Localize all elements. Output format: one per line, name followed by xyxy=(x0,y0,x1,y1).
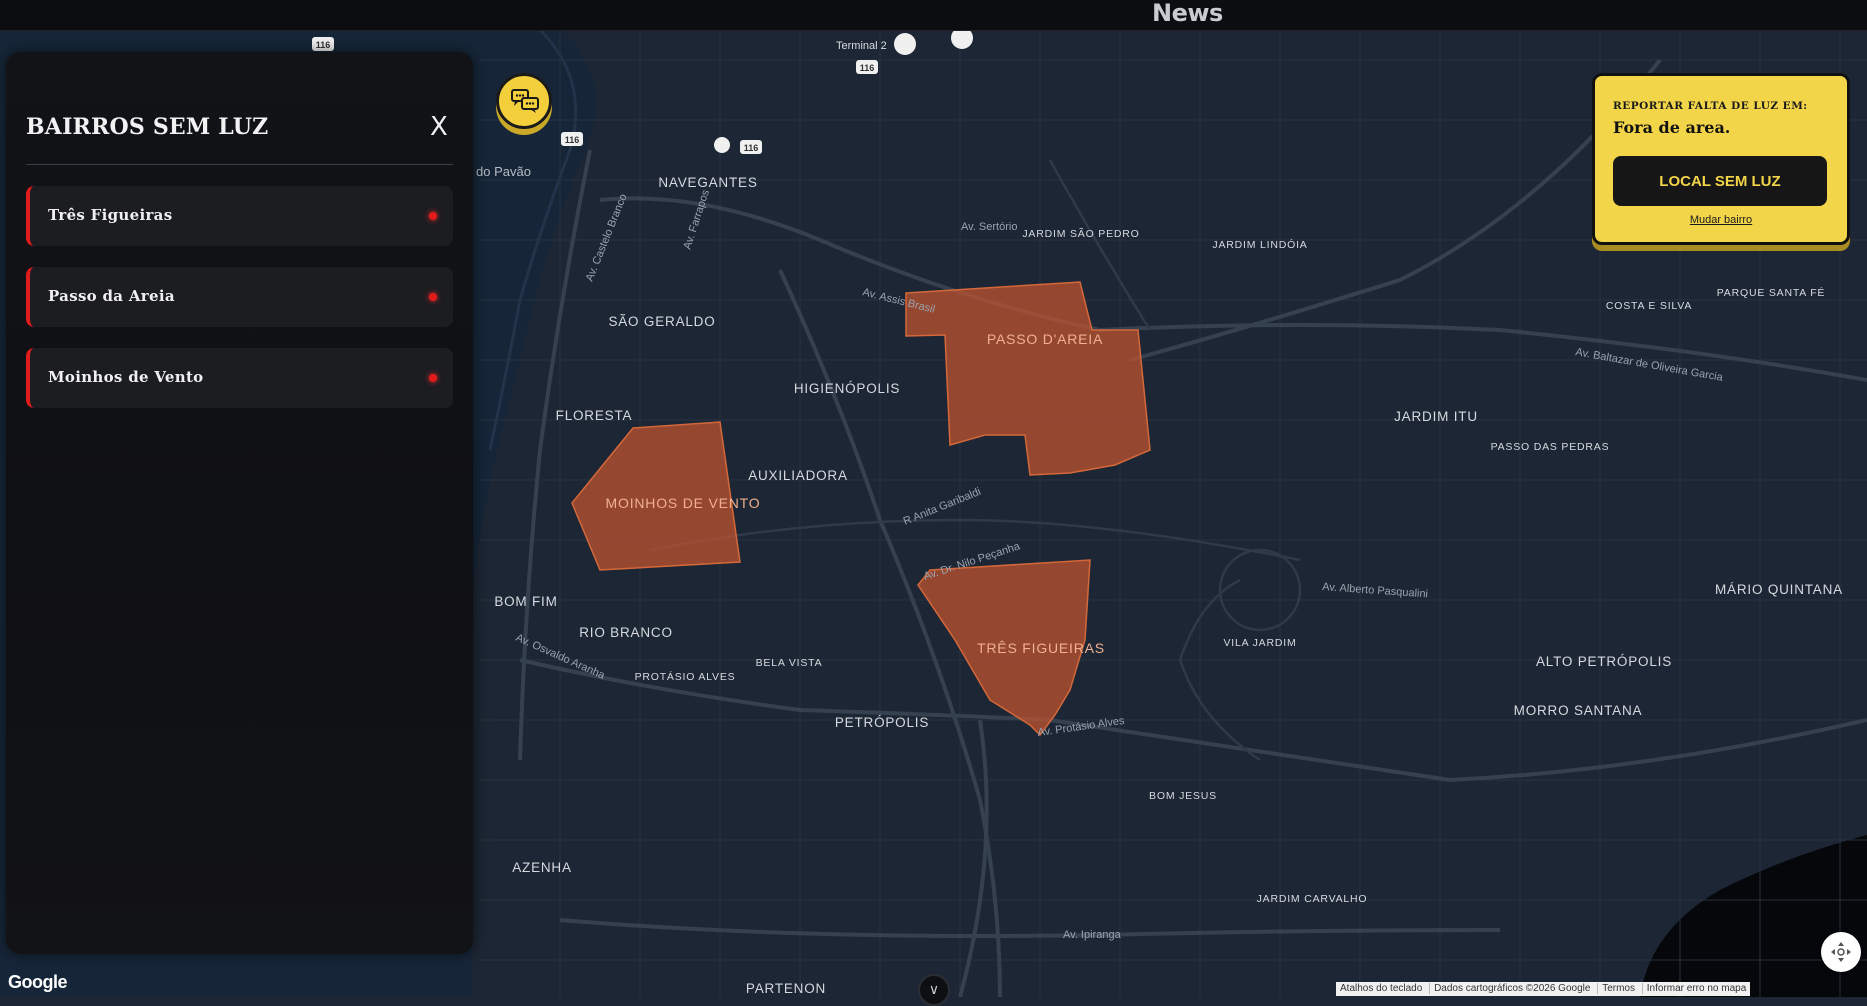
list-item-label: Três Figueiras xyxy=(48,206,173,224)
status-dot xyxy=(429,374,437,382)
chat-bubbles-icon xyxy=(511,89,539,113)
keyboard-shortcuts-link[interactable]: Atalhos do teclado xyxy=(1336,983,1426,994)
report-card: REPORTAR FALTA DE LUZ EM: Fora de area. … xyxy=(1592,73,1850,245)
map-label-alto-petropolis: ALTO PETRÓPOLIS xyxy=(1536,654,1672,669)
locate-button[interactable] xyxy=(1821,932,1861,972)
street-label: Av. Sertório xyxy=(961,221,1017,233)
locate-icon xyxy=(1831,942,1851,962)
outage-list: Três Figueiras Passo da Areia Moinhos de… xyxy=(26,186,453,429)
chevron-down-icon[interactable]: ∨ xyxy=(918,974,950,1006)
map-label-petropolis: PETRÓPOLIS xyxy=(835,715,929,730)
map-label-parque-santa-fe: PARQUE SANTA FÉ xyxy=(1717,286,1825,299)
map-label-bom-fim: BOM FIM xyxy=(494,594,557,609)
list-item-label: Moinhos de Vento xyxy=(48,368,204,386)
chat-button[interactable] xyxy=(496,73,552,129)
map-label-navegantes: NAVEGANTES xyxy=(658,175,757,190)
street-label: Av. Baltazar de Oliveira Garcia xyxy=(1574,346,1724,384)
list-item-label: Passo da Areia xyxy=(48,287,175,305)
report-map-error-link[interactable]: Informar erro no mapa xyxy=(1641,983,1751,994)
terms-link[interactable]: Termos xyxy=(1597,983,1639,994)
map-label-mario-quintana: MÁRIO QUINTANA xyxy=(1715,582,1843,597)
street-label: Av. Farrapos xyxy=(681,188,712,251)
map-label-rio-branco: RIO BRANCO xyxy=(579,625,673,640)
status-dot xyxy=(429,212,437,220)
map-label-jardim-sao-pedro: JARDIM SÃO PEDRO xyxy=(1022,227,1139,240)
street-label: Terminal 2 xyxy=(836,40,887,52)
list-item[interactable]: Três Figueiras xyxy=(26,186,453,246)
street-label: Av. Assis Brasil xyxy=(861,286,936,316)
highway-badge: 116 xyxy=(860,63,875,73)
airport-marker xyxy=(894,33,916,55)
top-bar: News xyxy=(0,0,1867,31)
status-dot xyxy=(429,293,437,301)
outage-label-moinhos-de-vento: MOINHOS DE VENTO xyxy=(606,495,761,511)
top-bar-title[interactable]: News xyxy=(1152,0,1223,27)
list-item[interactable]: Passo da Areia xyxy=(26,267,453,327)
street-label: Av. Ipiranga xyxy=(1063,929,1122,941)
outage-label-tres-figueiras: TRÊS FIGUEIRAS xyxy=(977,640,1105,656)
map-label-costa-e-silva: COSTA E SILVA xyxy=(1606,300,1692,312)
map-data-credit: Dados cartográficos ©2026 Google xyxy=(1429,983,1595,994)
map-label-floresta: FLORESTA xyxy=(556,408,633,423)
map-label-passo-das-pedras: PASSO DAS PEDRAS xyxy=(1491,441,1610,453)
map-attribution: Atalhos do teclado Dados cartográficos ©… xyxy=(1336,982,1751,996)
close-button[interactable]: X xyxy=(430,114,448,140)
list-item[interactable]: Moinhos de Vento xyxy=(26,348,453,408)
outage-label-passo-da-areia: PASSO D'AREIA xyxy=(987,331,1103,347)
report-label: REPORTAR FALTA DE LUZ EM: xyxy=(1613,100,1808,112)
map-label-auxiliadora: AUXILIADORA xyxy=(748,468,848,483)
map-label-azenha: AZENHA xyxy=(512,860,572,875)
map-label-bela-vista: BELA VISTA xyxy=(756,657,823,669)
google-logo: Google xyxy=(8,972,68,992)
map-label-bom-jesus: BOM JESUS xyxy=(1149,790,1217,802)
map-label-jardim-carvalho: JARDIM CARVALHO xyxy=(1257,893,1368,905)
outage-panel: BAIRROS SEM LUZ X Três Figueiras Passo d… xyxy=(6,52,473,954)
map-label-sao-geraldo: SÃO GERALDO xyxy=(608,314,715,329)
map-label-jardim-lindoia: JARDIM LINDÓIA xyxy=(1212,238,1307,251)
map-label-partenon: PARTENON xyxy=(746,981,826,996)
report-outage-button[interactable]: LOCAL SEM LUZ xyxy=(1613,156,1827,206)
panel-title: BAIRROS SEM LUZ xyxy=(26,114,269,140)
highway-badge: 116 xyxy=(565,135,580,145)
panel-divider xyxy=(26,164,453,165)
street-label: do Pavão xyxy=(476,164,531,179)
outage-area-passo-da-areia xyxy=(905,281,1151,476)
change-neighborhood-link[interactable]: Mudar bairro xyxy=(1595,214,1847,226)
transit-marker xyxy=(714,137,730,153)
report-status: Fora de area. xyxy=(1613,118,1731,137)
map-label-morro-santana: MORRO SANTANA xyxy=(1514,703,1643,718)
street-label: Av. Castelo Branco xyxy=(584,192,630,283)
map-label-higienopolis: HIGIENÓPOLIS xyxy=(794,381,900,396)
street-label: Av. Alberto Pasqualini xyxy=(1322,581,1429,600)
highway-badge: 116 xyxy=(744,143,759,153)
map-label-jardim-itu: JARDIM ITU xyxy=(1394,409,1478,424)
street-label: R Anita Garibaldi xyxy=(902,486,983,528)
highway-badge: 116 xyxy=(316,40,331,50)
map-label-vila-jardim: VILA JARDIM xyxy=(1224,637,1297,649)
map-label-protasio-alves-west: PROTÁSIO ALVES xyxy=(635,670,736,683)
